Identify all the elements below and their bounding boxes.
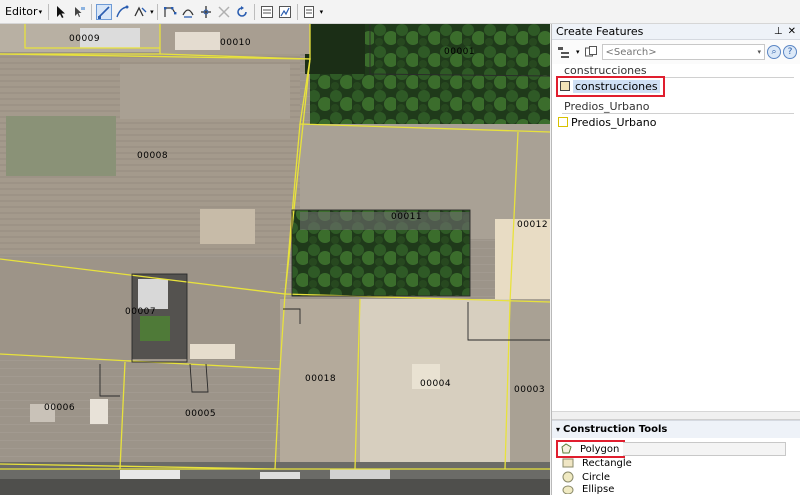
template-label: Predios_Urbano	[571, 115, 657, 129]
ellipse-icon	[562, 485, 574, 494]
segment-tools-icon[interactable]	[132, 4, 148, 20]
template-search-input[interactable]	[605, 46, 757, 58]
toolbar-separator	[156, 3, 158, 20]
panel-title: Create Features	[556, 25, 644, 38]
polygon-icon	[561, 443, 572, 454]
tool-circle[interactable]: Circle	[552, 470, 800, 484]
template-item-construcciones[interactable]: construcciones	[552, 75, 800, 97]
tool-label: Polygon	[580, 443, 620, 455]
polygon-swatch-icon	[558, 117, 568, 127]
tool-label: Ellipse	[582, 484, 615, 494]
editor-toolbar: Editor ▾ ▾ ▾	[0, 0, 800, 24]
parcel-label: 00007	[125, 307, 157, 317]
reshape-icon[interactable]	[180, 4, 196, 20]
vertex-edit-icon[interactable]	[162, 4, 178, 20]
template-group-header: construcciones	[564, 64, 647, 77]
construction-tools-title: Construction Tools	[563, 424, 668, 435]
toolbar-separator	[253, 3, 255, 20]
template-organizer-icon[interactable]	[556, 44, 572, 60]
arcmap-window: Editor ▾ ▾ ▾ 00009 00010 00001 00008 000…	[0, 0, 800, 495]
organize-templates-icon[interactable]	[583, 44, 599, 60]
parcel-label: 00018	[305, 374, 337, 384]
search-icon[interactable]: ⌕	[767, 45, 781, 59]
chevron-down-icon[interactable]: ▾	[576, 48, 580, 56]
tool-label: Rectangle	[582, 457, 632, 469]
parcel-label: 00012	[517, 220, 549, 230]
parcel-label: 00008	[137, 151, 169, 161]
create-features-toolbar: ▾ ▾ ⌕ ?	[552, 40, 800, 64]
selected-tool-highlight: Polygon	[555, 440, 626, 458]
parcel-label: 00001	[444, 47, 476, 57]
chevron-down-icon: ▾	[38, 7, 43, 16]
selected-template-highlight: construcciones	[556, 75, 665, 97]
tool-polygon[interactable]: Polygon	[552, 440, 800, 458]
sketch-properties-icon[interactable]	[277, 4, 293, 20]
template-group-header: Predios_Urbano	[564, 100, 650, 113]
parcel-label: 00005	[185, 409, 217, 419]
editor-label: Editor	[5, 5, 38, 18]
collapse-icon[interactable]: ▾	[556, 425, 560, 434]
create-features-icon[interactable]	[302, 4, 318, 20]
help-icon[interactable]: ?	[783, 45, 797, 59]
parcel-label: 00003	[514, 385, 546, 395]
create-features-panel: Create Features ⊥ ✕ ▾ ▾ ⌕ ? construccion…	[551, 24, 800, 495]
tool-selection-bar	[623, 442, 786, 456]
polygon-swatch-icon	[560, 81, 570, 91]
parcel-label: 00010	[220, 38, 252, 48]
edit-tool-icon[interactable]	[53, 4, 69, 20]
circle-icon	[562, 471, 574, 483]
rectangle-icon	[562, 458, 574, 468]
cut-polygon-icon[interactable]	[216, 4, 232, 20]
template-item-predios-urbano[interactable]: Predios_Urbano	[552, 114, 800, 130]
tool-label: Circle	[582, 471, 611, 483]
create-features-titlebar: Create Features ⊥ ✕	[552, 24, 800, 40]
template-list: construcciones construcciones Predios_Ur…	[552, 64, 800, 412]
parcel-label: 00009	[69, 34, 101, 44]
template-label: construcciones	[573, 79, 660, 93]
chevron-down-icon[interactable]: ▾	[320, 8, 324, 16]
aerial-imagery	[0, 24, 550, 495]
chevron-down-icon[interactable]: ▾	[150, 8, 154, 16]
split-icon[interactable]	[198, 4, 214, 20]
parcel-label: 00006	[44, 403, 76, 413]
close-icon[interactable]: ✕	[788, 26, 796, 37]
toolbar-separator	[48, 3, 50, 20]
trace-icon[interactable]	[114, 4, 130, 20]
straight-segment-icon[interactable]	[96, 3, 113, 20]
chevron-down-icon[interactable]: ▾	[757, 48, 761, 56]
attributes-icon[interactable]	[259, 4, 275, 20]
construction-tools-titlebar: ▾ Construction Tools	[552, 420, 800, 438]
template-search-box[interactable]: ▾	[601, 44, 765, 60]
pin-icon[interactable]: ⊥	[774, 26, 783, 37]
parcel-label: 00004	[420, 379, 452, 389]
toolbar-separator	[91, 3, 93, 20]
construction-tools-list: Polygon Rectangle Circle Ellipse	[552, 438, 800, 494]
toolbar-separator	[296, 3, 298, 20]
panel-splitter[interactable]	[552, 412, 800, 420]
map-view[interactable]: 00009 00010 00001 00008 00011 00012 0000…	[0, 24, 550, 495]
edit-annotation-icon[interactable]	[71, 4, 87, 20]
parcel-label: 00011	[391, 212, 423, 222]
editor-menu-button[interactable]: Editor ▾	[0, 2, 45, 22]
tool-ellipse[interactable]: Ellipse	[552, 484, 800, 494]
rotate-icon[interactable]	[234, 4, 250, 20]
tool-rectangle[interactable]: Rectangle	[552, 456, 800, 470]
